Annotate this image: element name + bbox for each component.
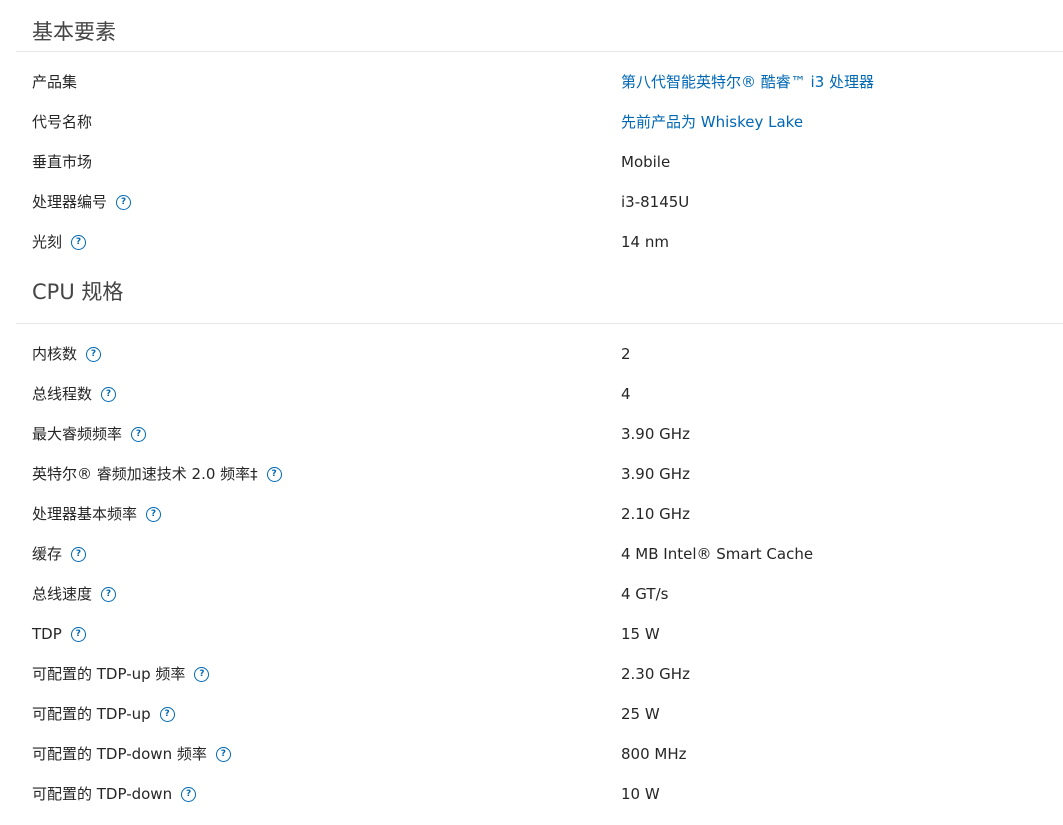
spec-page: 基本要素产品集 第八代智能英特尔® 酷睿™ i3 处理器代号名称 先前产品为 Whi… xyxy=(0,0,1063,814)
spec-label-text: 处理器编号 xyxy=(32,193,108,211)
spec-label: TDP? xyxy=(32,614,86,654)
question-circle-icon[interactable]: ? xyxy=(116,194,132,210)
spec-value: 2.10 GHz xyxy=(621,505,690,523)
spec-label: 处理器基本频率? xyxy=(32,494,162,534)
question-circle-icon[interactable]: ? xyxy=(131,426,147,442)
spec-label-text: 可配置的 TDP-up xyxy=(32,705,151,723)
spec-label: 代号名称 xyxy=(32,102,92,142)
spec-label-text: 代号名称 xyxy=(32,113,93,131)
spec-label-text: 产品集 xyxy=(32,73,78,91)
question-circle-icon[interactable]: ? xyxy=(70,626,86,642)
spec-row: 产品集 第八代智能英特尔® 酷睿™ i3 处理器 xyxy=(0,62,1063,102)
question-circle-icon[interactable]: ? xyxy=(86,346,102,362)
section-essentials: 基本要素产品集 第八代智能英特尔® 酷睿™ i3 处理器代号名称 先前产品为 Whi… xyxy=(0,0,1063,262)
spec-label-text: 总线速度 xyxy=(32,585,93,603)
spec-value: 3.90 GHz xyxy=(621,465,690,483)
spec-label-text: 可配置的 TDP-down xyxy=(32,785,173,803)
spec-list: 产品集 第八代智能英特尔® 酷睿™ i3 处理器代号名称 先前产品为 Whiskey… xyxy=(0,52,1063,262)
spec-label-text: 可配置的 TDP-down 频率 xyxy=(32,745,207,763)
spec-label: 内核数? xyxy=(32,334,102,374)
spec-label: 可配置的 TDP-down? xyxy=(32,774,197,814)
question-circle-icon[interactable]: ? xyxy=(181,786,197,802)
spec-value: 25 W xyxy=(621,705,660,723)
spec-value: i3-8145U xyxy=(621,193,690,211)
spec-label: 总线速度? xyxy=(32,574,117,614)
spec-value: 10 W xyxy=(621,785,660,803)
spec-value: 4 MB Intel® Smart Cache xyxy=(621,545,814,563)
spec-value: Mobile xyxy=(621,153,671,171)
spec-label-text: TDP xyxy=(32,625,62,643)
spec-row: 可配置的 TDP-up? 25 W xyxy=(0,694,1063,734)
spec-label-text: 英特尔® 睿频加速技术 2.0 频率‡ xyxy=(32,465,258,483)
spec-row: 处理器编号? i3-8145U xyxy=(0,182,1063,222)
spec-value: 4 GT/s xyxy=(621,585,669,603)
question-circle-icon[interactable]: ? xyxy=(215,746,231,762)
spec-row: 处理器基本频率? 2.10 GHz xyxy=(0,494,1063,534)
spec-row: 可配置的 TDP-down 频率? 800 MHz xyxy=(0,734,1063,774)
spec-label: 垂直市场 xyxy=(32,142,92,182)
question-circle-icon[interactable]: ? xyxy=(159,706,175,722)
spec-label: 最大睿频频率? xyxy=(32,414,147,454)
section-title: CPU 规格 xyxy=(16,272,1063,324)
spec-label-text: 光刻 xyxy=(32,233,63,251)
spec-label-text: 处理器基本频率 xyxy=(32,505,138,523)
spec-row: 缓存? 4 MB Intel® Smart Cache xyxy=(0,534,1063,574)
spec-value-link[interactable]: 第八代智能英特尔® 酷睿™ i3 处理器 xyxy=(621,62,874,102)
spec-value: 14 nm xyxy=(621,233,669,251)
question-circle-icon[interactable]: ? xyxy=(146,506,162,522)
question-circle-icon[interactable]: ? xyxy=(101,386,117,402)
question-circle-icon[interactable]: ? xyxy=(71,234,87,250)
spec-label: 英特尔® 睿频加速技术 2.0 频率‡? xyxy=(32,454,282,494)
spec-label: 光刻? xyxy=(32,222,87,262)
spec-label: 处理器编号? xyxy=(32,182,132,222)
spec-value: 2 xyxy=(621,345,631,363)
spec-label-text: 总线程数 xyxy=(32,385,93,403)
spec-list: 内核数? 2 总线程数? 4 最大睿频频率? 3.90 GHz 英特尔® 睿频加速技术 2.… xyxy=(0,324,1063,814)
spec-row: 代号名称 先前产品为 Whiskey Lake xyxy=(0,102,1063,142)
section-title: 基本要素 xyxy=(16,0,1063,52)
spec-label-text: 内核数 xyxy=(32,345,78,363)
spec-value: 800 MHz xyxy=(621,745,687,763)
spec-row: 内核数? 2 xyxy=(0,334,1063,374)
spec-row: 光刻? 14 nm xyxy=(0,222,1063,262)
spec-label-text: 可配置的 TDP-up 频率 xyxy=(32,665,186,683)
spec-label-text: 缓存 xyxy=(32,545,63,563)
question-circle-icon[interactable]: ? xyxy=(71,546,87,562)
spec-label: 可配置的 TDP-up? xyxy=(32,694,175,734)
spec-value: 4 xyxy=(621,385,631,403)
spec-label: 产品集 xyxy=(32,62,77,102)
spec-row: 最大睿频频率? 3.90 GHz xyxy=(0,414,1063,454)
spec-row: 可配置的 TDP-up 频率? 2.30 GHz xyxy=(0,654,1063,694)
question-circle-icon[interactable]: ? xyxy=(194,666,210,682)
spec-row: 总线程数? 4 xyxy=(0,374,1063,414)
spec-label: 缓存? xyxy=(32,534,87,574)
section-cpu-specs: CPU 规格 内核数? 2 总线程数? 4 最大睿频频率? 3.90 GHz 英特尔® 睿频加… xyxy=(0,272,1063,814)
spec-label: 可配置的 TDP-up 频率? xyxy=(32,654,210,694)
spec-label: 总线程数? xyxy=(32,374,117,414)
question-circle-icon[interactable]: ? xyxy=(266,466,282,482)
spec-row: 英特尔® 睿频加速技术 2.0 频率‡? 3.90 GHz xyxy=(0,454,1063,494)
spec-value: 2.30 GHz xyxy=(621,665,690,683)
spec-row: 可配置的 TDP-down? 10 W xyxy=(0,774,1063,814)
spec-value: 3.90 GHz xyxy=(621,425,690,443)
spec-label-text: 垂直市场 xyxy=(32,153,93,171)
spec-value-link[interactable]: 先前产品为 Whiskey Lake xyxy=(621,102,803,142)
spec-label-text: 最大睿频频率 xyxy=(32,425,123,443)
spec-label: 可配置的 TDP-down 频率? xyxy=(32,734,231,774)
question-circle-icon[interactable]: ? xyxy=(101,586,117,602)
spec-row: 垂直市场 Mobile xyxy=(0,142,1063,182)
spec-row: 总线速度? 4 GT/s xyxy=(0,574,1063,614)
spec-value: 15 W xyxy=(621,625,660,643)
spec-row: TDP? 15 W xyxy=(0,614,1063,654)
